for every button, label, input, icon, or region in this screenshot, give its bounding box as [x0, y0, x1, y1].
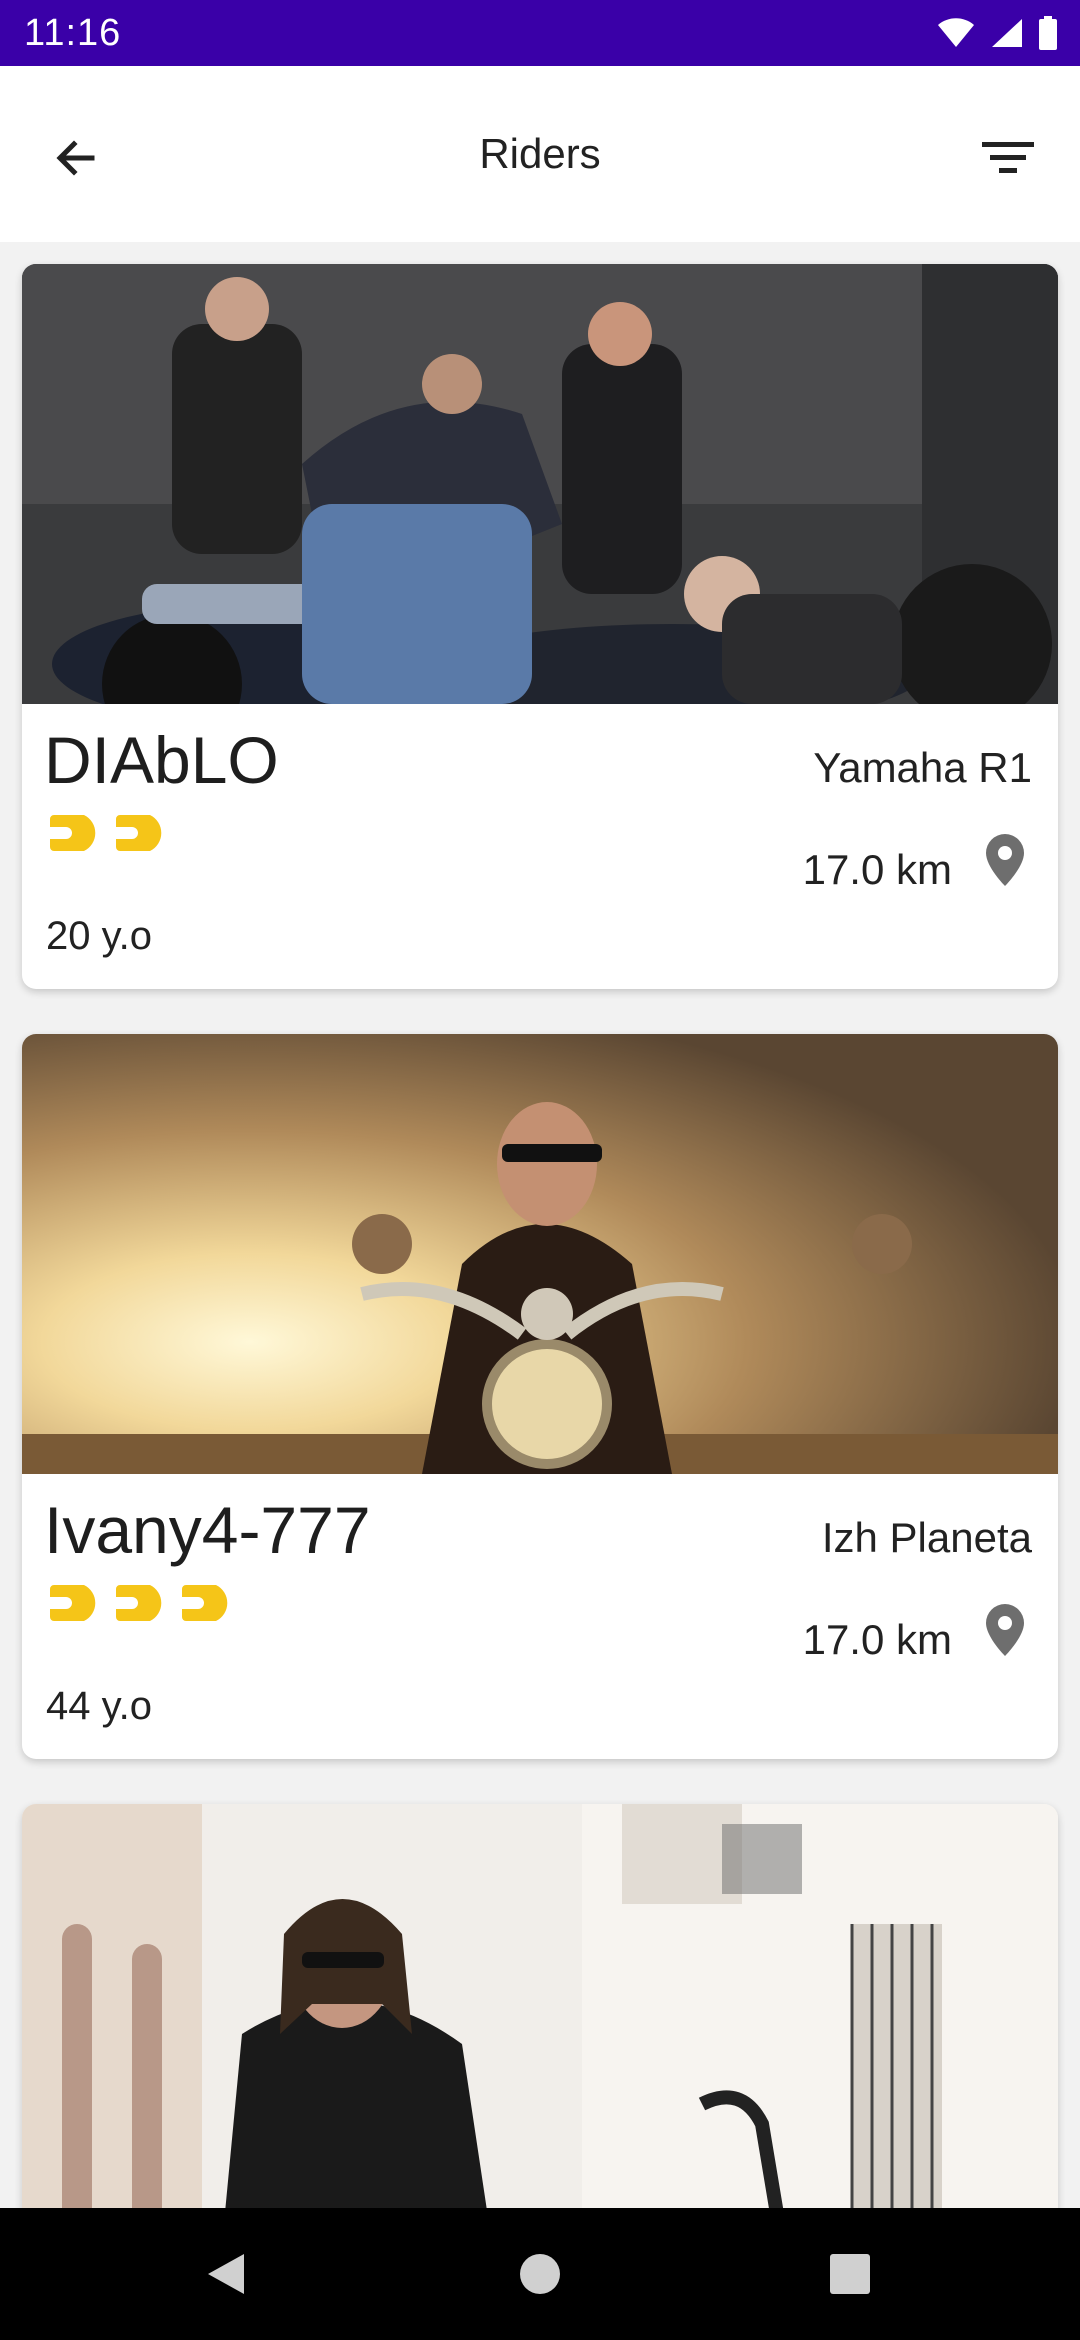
rider-card[interactable]: [22, 1804, 1058, 2244]
status-bar: 11:16: [0, 0, 1080, 66]
nav-home-button[interactable]: [510, 2244, 570, 2304]
filter-button[interactable]: [972, 122, 1044, 194]
home-circle-icon: [520, 2254, 560, 2294]
rider-card[interactable]: DIAbLO Yamaha R1 17.0 km 20 y.o: [22, 264, 1058, 989]
age: 20 y.o: [46, 914, 152, 958]
location-pin-icon: [986, 834, 1024, 886]
rating-icon: [116, 815, 162, 851]
biker-on-motorcycle-sunset-photo: [22, 1034, 1058, 1474]
biker-in-street-photo: [22, 1804, 1058, 2244]
page-title: Riders: [479, 130, 601, 177]
recents-square-icon: [830, 2254, 870, 2294]
rating-icon: [182, 1585, 228, 1621]
app-bar: Riders: [0, 66, 1080, 242]
age: 44 y.o: [46, 1684, 152, 1728]
bike-name: Yamaha R1: [813, 744, 1032, 791]
rating-icon: [50, 1585, 96, 1621]
rider-name: Ivany4-777: [44, 1493, 371, 1567]
rating-icon: [116, 1585, 162, 1621]
rating-icon: [50, 815, 96, 851]
battery-icon: [1039, 16, 1057, 50]
status-time: 11:16: [24, 11, 122, 54]
distance: 17.0 km: [802, 846, 952, 893]
filter-icon: [982, 142, 1034, 173]
location-pin-icon: [986, 1604, 1024, 1656]
wifi-icon: [938, 18, 974, 47]
nav-recents-button[interactable]: [820, 2244, 880, 2304]
bike-name: Izh Planeta: [821, 1514, 1032, 1561]
rating: [46, 811, 168, 855]
rating: [46, 1581, 234, 1625]
distance: 17.0 km: [802, 1616, 952, 1663]
rider-name: DIAbLO: [44, 723, 279, 797]
group-of-bikers-photo: [22, 264, 1058, 704]
back-triangle-icon: [208, 2254, 244, 2294]
rider-photo: [22, 1804, 1058, 2244]
system-navigation-bar: [0, 2208, 1080, 2340]
rider-photo: [22, 264, 1058, 704]
rider-photo: [22, 1034, 1058, 1474]
status-icons: [936, 16, 1058, 50]
nav-back-button[interactable]: [196, 2244, 256, 2304]
rider-card[interactable]: Ivany4-777 Izh Planeta 17.0 km 44 y.o: [22, 1034, 1058, 1759]
signal-icon: [992, 19, 1022, 47]
